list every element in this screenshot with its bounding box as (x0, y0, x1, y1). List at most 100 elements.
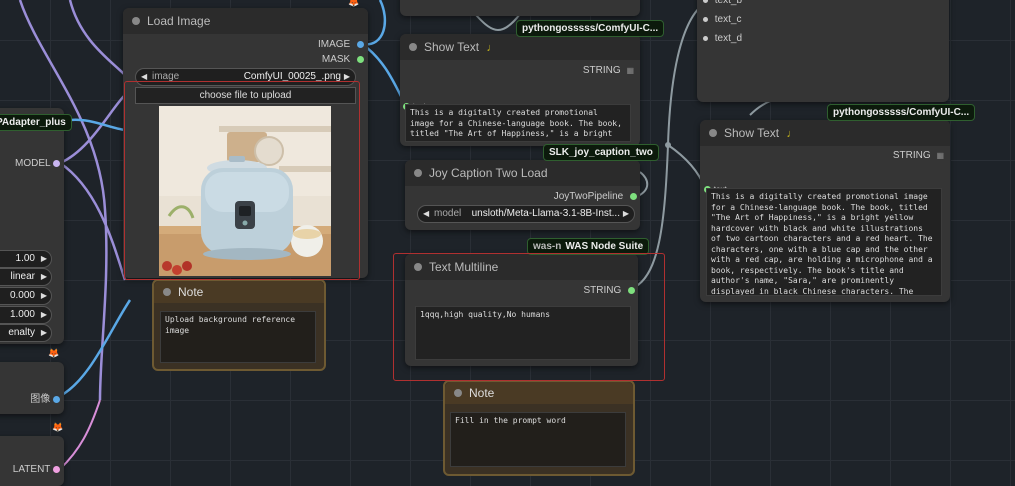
note-image-title-bar[interactable]: Note (154, 281, 324, 303)
text-b-label: text_b (714, 0, 743, 6)
note-prompt-node[interactable]: Note Fill in the prompt word (443, 380, 635, 476)
weight-type-value: linear (10, 271, 35, 282)
latent-slot-dot[interactable] (53, 465, 60, 473)
model-right-arrow-icon[interactable]: ▶ (623, 206, 629, 222)
load-image-title: Load Image (147, 14, 211, 28)
show-text-right-textarea[interactable]: This is a digitally created promotional … (706, 188, 942, 296)
text-multiline-badge-text: WAS Node Suite (565, 241, 644, 252)
image-node-left[interactable]: 图像 (0, 362, 64, 414)
start-at-widget[interactable]: 0.000 ▶ (0, 287, 52, 305)
image-output-dot[interactable] (357, 40, 364, 48)
image-output-slot[interactable]: 图像 (30, 390, 60, 405)
load-image-title-bar[interactable]: Load Image (123, 8, 368, 34)
joy-caption-badge: SLK_joy_caption_two (543, 144, 659, 161)
text-d-dot[interactable] (703, 35, 708, 41)
ipadapter-badge: PAdapter_plus (0, 114, 72, 131)
ipadapter-node[interactable]: PAdapter_plus MODEL 1.00 ▶ linear ▶ 0.00… (0, 108, 72, 344)
show-text-top-collapse-dot[interactable] (409, 43, 417, 51)
weight-type-right-arrow-icon[interactable]: ▶ (41, 269, 47, 285)
weight-type-widget[interactable]: linear ▶ (0, 268, 52, 286)
image-preview (159, 106, 331, 276)
upload-button[interactable]: choose file to upload (135, 87, 356, 104)
text-multiline-output[interactable]: STRING (583, 285, 635, 296)
mask-output-dot[interactable] (357, 55, 364, 63)
note-prompt-textarea[interactable]: Fill in the prompt word (450, 412, 626, 467)
collapse-dot[interactable] (132, 17, 140, 25)
mask-output-label: MASK (321, 54, 351, 65)
latent-output-label: LATENT (12, 464, 51, 475)
image-output-label: IMAGE (317, 39, 351, 50)
slot-text-d[interactable]: text_d (703, 33, 742, 44)
latent-output-slot[interactable]: LATENT (13, 464, 60, 475)
model-slot-dot[interactable] (53, 159, 60, 167)
note-prompt-collapse-dot[interactable] (454, 389, 462, 397)
text-multiline-title-bar[interactable]: Text Multiline (405, 254, 638, 280)
note-collapse-dot[interactable] (163, 288, 171, 296)
note-image-textarea[interactable]: Upload background reference image (160, 311, 316, 363)
joy-caption-title-bar[interactable]: Joy Caption Two Load (405, 160, 640, 186)
penalty-widget[interactable]: enalty ▶ (0, 324, 52, 342)
weight-right-arrow-icon[interactable]: ▶ (41, 251, 47, 267)
slot-text-c[interactable]: text_c (703, 14, 741, 25)
image-output-label: 图像 (30, 394, 51, 405)
end-at-widget[interactable]: 1.000 ▶ (0, 306, 52, 324)
image-output-slot[interactable]: IMAGE (318, 39, 364, 50)
show-text-top-textarea[interactable]: This is a digitally created promotional … (405, 104, 631, 142)
joy-caption-collapse-dot[interactable] (414, 169, 422, 177)
fox-icon: 🦊 (48, 348, 60, 358)
show-text-right-badge: pythongosssss/ComfyUI-C... (827, 104, 976, 121)
note-image-node[interactable]: Note Upload background reference image (152, 279, 326, 371)
text-multiline-type: STRING (583, 285, 622, 296)
start-at-right-arrow-icon[interactable]: ▶ (41, 288, 47, 304)
text-multiline-node[interactable]: Text Multiline STRING 1qqq,high quality,… (405, 254, 638, 366)
model-left-arrow-icon[interactable]: ◀ (423, 206, 429, 222)
weight-value: 1.00 (15, 253, 35, 264)
model-combo-label: model (434, 208, 462, 219)
top-partial-node[interactable] (400, 0, 640, 16)
slot-text-b[interactable]: text_b (703, 0, 742, 6)
note-prompt-title-bar[interactable]: Note (445, 382, 633, 404)
model-combo-widget[interactable]: ◀ model unsloth/Meta-Llama-3.1-8B-Inst..… (417, 205, 635, 223)
image-combo-value: ComfyUI_00025_.png (243, 71, 341, 82)
joy-pipeline-label: JoyTwoPipeline (553, 191, 624, 202)
mask-output-slot[interactable]: MASK (322, 54, 364, 65)
joy-pipeline-output[interactable]: JoyTwoPipeline (554, 191, 637, 202)
fox-icon-3: 🦊 (348, 0, 360, 7)
show-text-right-collapse-dot[interactable] (709, 129, 717, 137)
show-text-right-title: Show Text (724, 126, 780, 140)
show-text-top-node[interactable]: Show Text ♩ STRING ▦ text This is a digi… (400, 34, 640, 146)
show-text-right-output[interactable]: STRING ▦ (893, 150, 944, 161)
load-image-node[interactable]: Load Image IMAGE MASK ◀ image ComfyUI_00… (123, 8, 368, 278)
image-right-arrow-icon[interactable]: ▶ (344, 69, 350, 85)
model-output-slot[interactable]: MODEL (15, 158, 60, 169)
penalty-right-arrow-icon[interactable]: ▶ (41, 325, 47, 341)
image-slot-dot[interactable] (53, 395, 60, 403)
image-left-arrow-icon[interactable]: ◀ (141, 69, 147, 85)
text-c-dot[interactable] (703, 16, 708, 22)
text-multiline-textarea[interactable]: 1qqq,high quality,No humans (415, 306, 631, 360)
show-text-top-title-bar[interactable]: Show Text ♩ (400, 34, 640, 60)
text-multiline-badge: was-n WAS Node Suite (527, 238, 650, 255)
show-text-right-node[interactable]: Show Text ♩ STRING ▦ text This is a digi… (700, 120, 950, 302)
note-prompt-title: Note (469, 386, 495, 400)
image-combo-widget[interactable]: ◀ image ComfyUI_00025_.png ▶ (135, 68, 356, 86)
list-icon-right: ▦ (936, 151, 944, 160)
text-multiline-badge-prefix: was-n (533, 241, 562, 252)
weight-widget[interactable]: 1.00 ▶ (0, 250, 52, 268)
text-d-label: text_d (714, 33, 743, 44)
end-at-right-arrow-icon[interactable]: ▶ (41, 307, 47, 323)
string-output-dot[interactable] (628, 286, 635, 294)
end-at-value: 1.000 (9, 309, 35, 320)
joy-caption-node[interactable]: Joy Caption Two Load JoyTwoPipeline ◀ mo… (405, 160, 640, 230)
show-text-right-type: STRING (892, 150, 931, 161)
show-text-top-title: Show Text (424, 40, 480, 54)
show-text-top-output[interactable]: STRING ▦ (583, 65, 634, 76)
show-text-right-title-bar[interactable]: Show Text ♩ (700, 120, 950, 146)
text-multiline-collapse-dot[interactable] (414, 263, 422, 271)
joy-pipeline-dot[interactable] (630, 192, 637, 200)
right-top-node[interactable]: text_b text_c text_d (697, 0, 949, 102)
text-b-dot[interactable] (703, 0, 708, 3)
show-text-top-type: STRING (582, 65, 621, 76)
fox-icon-2: 🦊 (52, 422, 64, 432)
latent-node-left[interactable]: LATENT (0, 436, 64, 486)
